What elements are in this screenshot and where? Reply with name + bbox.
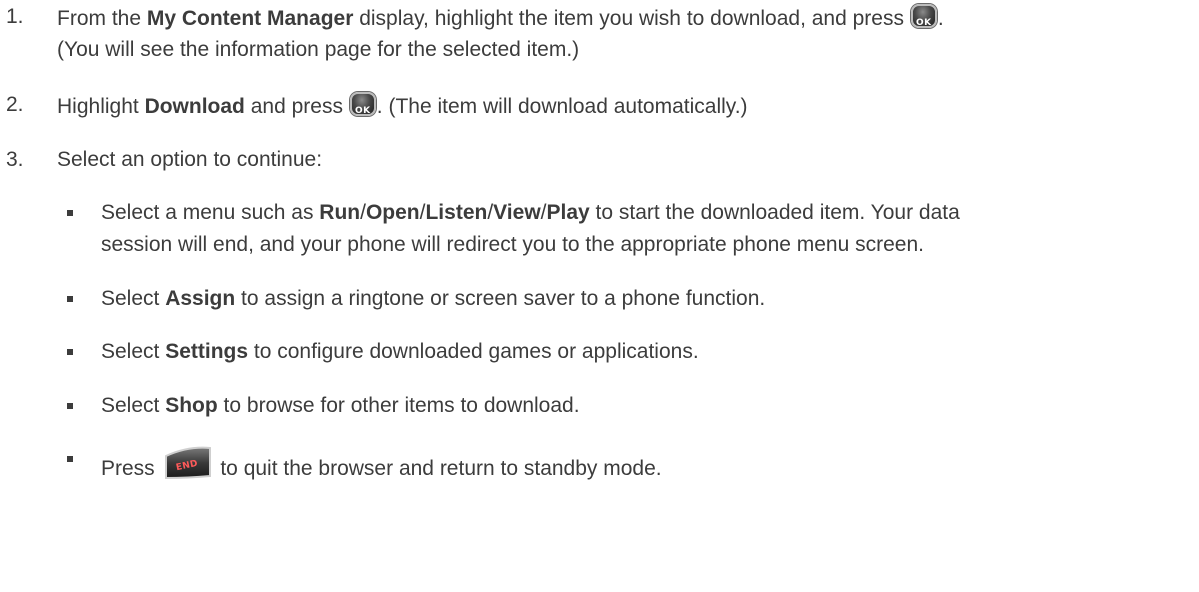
bullet — [67, 296, 73, 302]
step-1-line-1: From the My Content Manager display, hig… — [57, 4, 944, 32]
menu-listen: Listen — [425, 201, 488, 224]
ok-key-icon: OK — [349, 92, 376, 116]
step-number: 1. — [6, 5, 24, 28]
option-2-line: Select Assign to assign a ringtone or sc… — [101, 286, 765, 312]
option-text: Press — [101, 457, 161, 480]
option-1-line-1: Select a menu such as Run/Open/Listen/Vi… — [101, 200, 960, 226]
menu-play: Play — [546, 201, 590, 224]
step-2-line: Highlight Download and press OK . (The it… — [57, 92, 748, 120]
bullet — [67, 403, 73, 409]
ok-key-label: OK — [354, 106, 371, 116]
option-text: Select — [101, 287, 166, 310]
menu-open: Open — [365, 201, 420, 224]
bullet — [67, 210, 73, 216]
option-text: to browse for other items to download. — [217, 394, 580, 417]
step-1-line-2: (You will see the information page for t… — [57, 38, 580, 61]
option-text: to quit the browser and return to standb… — [214, 457, 662, 480]
bullet — [67, 349, 73, 355]
step-3-line: Select an option to continue: — [57, 148, 323, 171]
menu-name: Download — [144, 95, 245, 118]
ok-key-icon: OK — [910, 4, 937, 28]
step-text: . (The item will download automatically.… — [376, 95, 748, 118]
menu-settings: Settings — [165, 340, 249, 363]
menu-view: View — [493, 201, 541, 224]
step-text: and press — [244, 95, 349, 118]
menu-shop: Shop — [165, 394, 218, 417]
option-text: to assign a ringtone or screen saver to … — [235, 287, 766, 310]
option-1-line-2: session will end, and your phone will re… — [101, 233, 924, 256]
option-text: to start the downloaded item. Your data — [589, 201, 960, 224]
menu-assign: Assign — [165, 287, 236, 310]
option-3-line: Select Settings to configure downloaded … — [101, 339, 699, 365]
end-key-icon: END — [163, 446, 213, 480]
step-text: From the — [57, 7, 147, 30]
option-4-line: Select Shop to browse for other items to… — [101, 393, 580, 419]
step-text: Highlight — [57, 95, 145, 118]
step-text: display, highlight the item you wish to … — [353, 7, 910, 30]
option-text: Select — [101, 394, 166, 417]
option-5-line: Press END to quit the browser and return… — [101, 446, 662, 482]
step-number: 2. — [6, 93, 24, 116]
menu-run: Run — [319, 201, 361, 224]
end-key-label: END — [174, 458, 199, 474]
step-text: . — [937, 7, 944, 30]
option-text: Select — [101, 340, 166, 363]
option-text: to configure downloaded games or applica… — [248, 340, 699, 363]
menu-name: My Content Manager — [146, 7, 354, 30]
option-text: Select a menu such as — [101, 201, 320, 224]
bullet — [67, 456, 73, 462]
step-number: 3. — [6, 148, 24, 171]
ok-key-label: OK — [916, 18, 932, 28]
